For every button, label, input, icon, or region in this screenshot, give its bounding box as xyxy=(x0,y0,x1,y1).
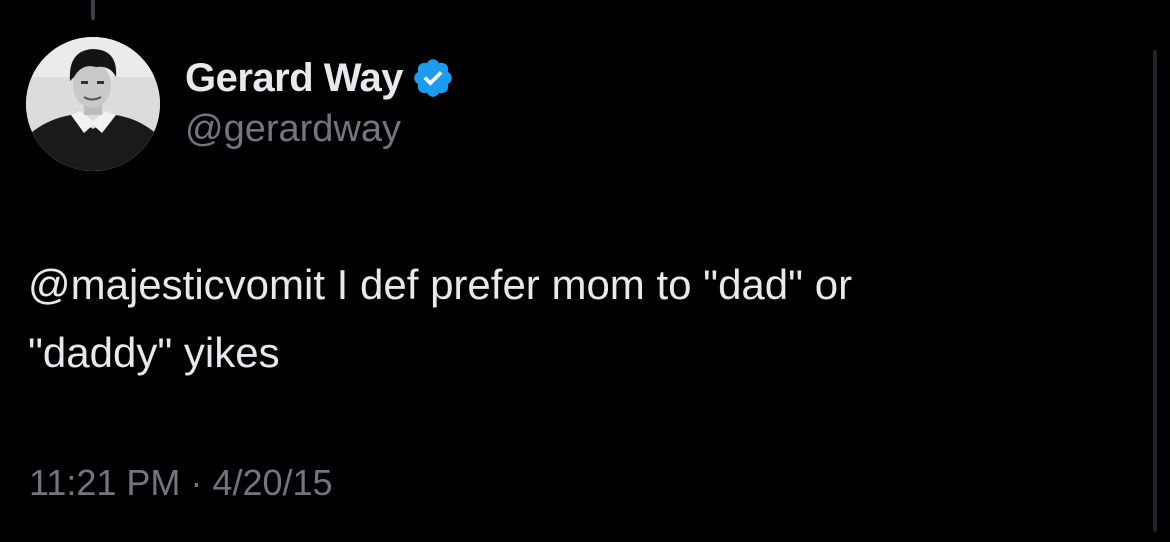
tweet-text-line-2: "daddy" yikes xyxy=(28,329,280,376)
scrollbar[interactable] xyxy=(1153,50,1157,532)
tweet-timestamp[interactable]: 11:21 PM · 4/20/15 xyxy=(29,462,333,504)
verified-badge-icon xyxy=(411,56,455,100)
tweet-text-line-1: @majesticvomit I def prefer mom to "dad"… xyxy=(28,261,853,308)
author-handle[interactable]: @gerardway xyxy=(185,108,401,151)
tweet-text: @majesticvomit I def prefer mom to "dad"… xyxy=(28,251,1108,387)
thread-connector-line xyxy=(91,0,95,20)
tweet-time: 11:21 PM xyxy=(29,462,181,503)
meta-separator: · xyxy=(190,462,203,503)
display-name[interactable]: Gerard Way xyxy=(185,56,404,101)
tweet-date: 4/20/15 xyxy=(212,462,333,503)
avatar[interactable] xyxy=(26,37,160,171)
author-name-row[interactable]: Gerard Way xyxy=(185,52,455,104)
